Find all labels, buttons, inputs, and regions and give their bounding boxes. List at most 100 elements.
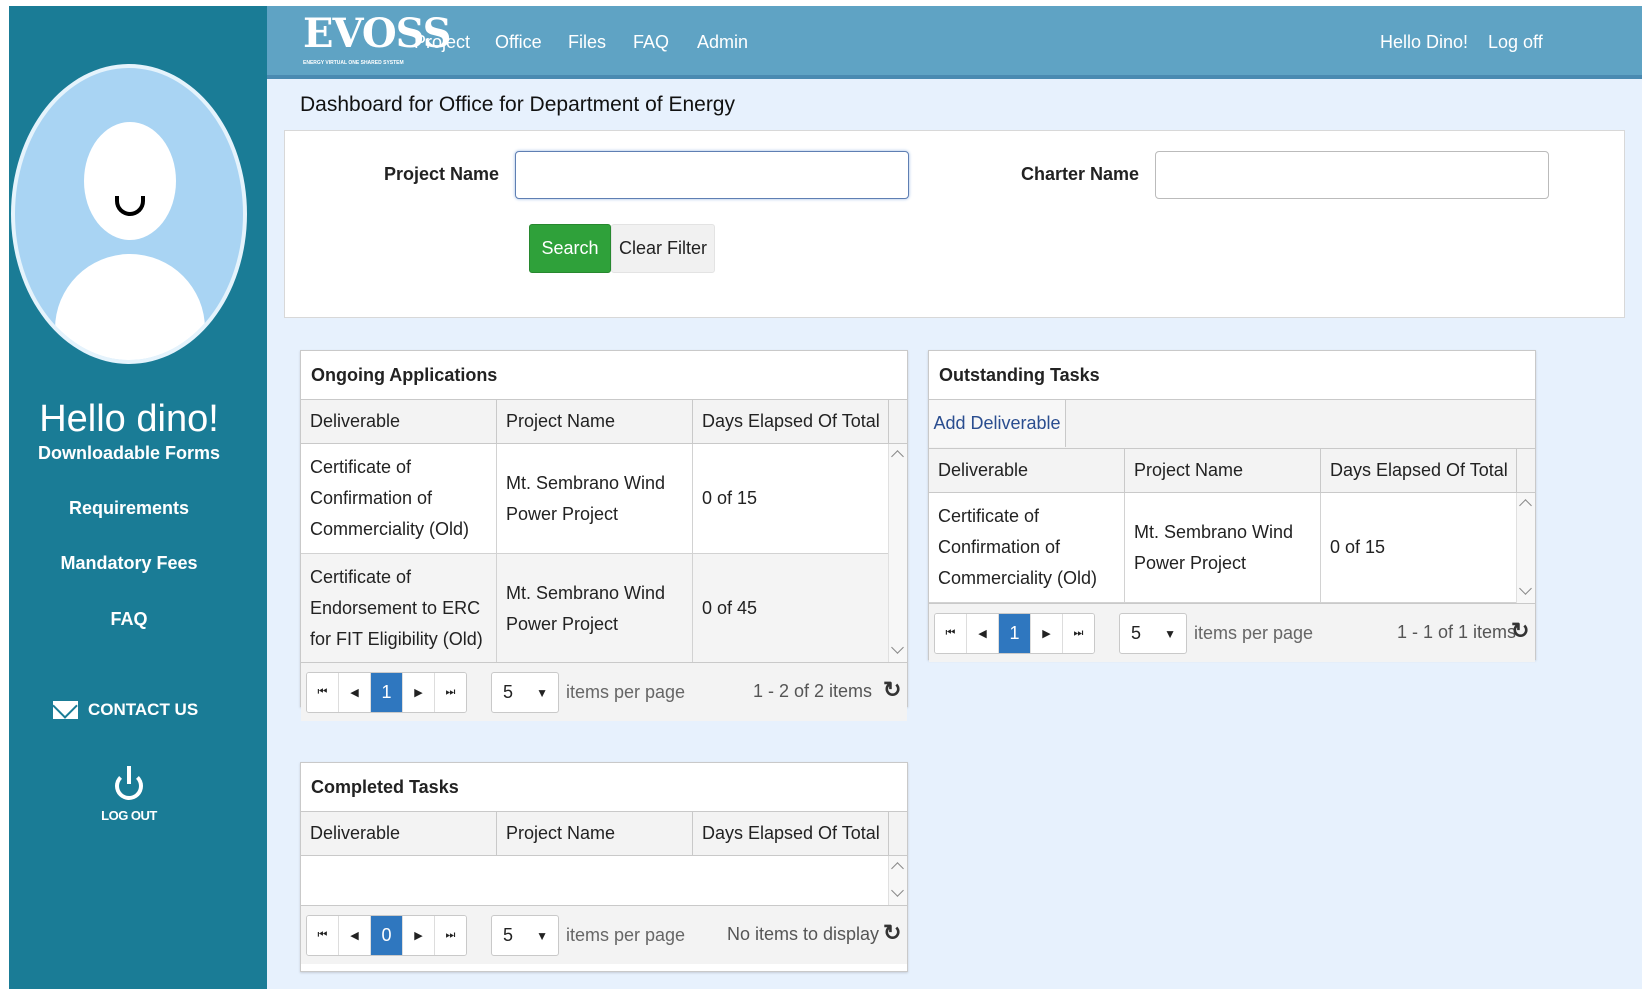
page-size-select[interactable]: 5 ▼ (491, 915, 559, 956)
sidebar-link-downloadable-forms[interactable]: Downloadable Forms (9, 443, 249, 464)
items-per-page-label: items per page (566, 682, 686, 702)
power-icon (114, 766, 144, 800)
pager-info: 1 - 2 of 2 items (753, 681, 873, 701)
table-row[interactable]: Certificate of Confirmation of Commercia… (929, 493, 1535, 603)
grid-body: Certificate of Confirmation of Commercia… (929, 493, 1535, 603)
page-size-value: 5 (503, 925, 514, 945)
refresh-icon[interactable]: ↻ (883, 920, 901, 946)
mail-icon (53, 701, 78, 719)
page-size-select[interactable]: 5 ▼ (491, 672, 559, 713)
page-size-value: 5 (1131, 623, 1142, 643)
project-name-label: Project Name (384, 164, 500, 184)
nav-admin[interactable]: Admin (697, 32, 748, 53)
vertical-scrollbar[interactable] (888, 444, 907, 662)
last-page-icon[interactable]: ⏭ (1063, 614, 1094, 653)
cell-project-name: Mt. Sembrano Wind Power Project (497, 554, 693, 663)
evoss-logo[interactable]: EVOSS ENERGY VIRTUAL ONE SHARED SYSTEM (303, 10, 452, 70)
nav-user-greeting[interactable]: Hello Dino! (1380, 32, 1468, 53)
cell-project-name: Mt. Sembrano Wind Power Project (497, 444, 693, 553)
first-page-icon[interactable]: ⏮ (935, 614, 967, 653)
vertical-scrollbar[interactable] (1516, 493, 1535, 603)
pager-buttons: ⏮ ◀ 1 ▶ ⏭ (934, 613, 1095, 654)
cell-project-name: Mt. Sembrano Wind Power Project (1125, 493, 1321, 602)
logout-label: LOG OUT (101, 808, 157, 823)
cell-deliverable: Certificate of Endorsement to ERC for FI… (301, 554, 497, 663)
table-row[interactable]: Certificate of Confirmation of Commercia… (301, 444, 907, 554)
pager-buttons: ⏮ ◀ 1 ▶ ⏭ (306, 672, 467, 713)
charter-name-input[interactable] (1155, 151, 1549, 199)
scroll-up-icon[interactable] (891, 450, 904, 463)
nav-logoff[interactable]: Log off (1488, 32, 1543, 53)
sidebar-greeting: Hello dino! (39, 398, 219, 440)
current-page[interactable]: 1 (371, 673, 403, 712)
avatar-head (84, 122, 176, 240)
current-page[interactable]: 1 (999, 614, 1031, 653)
grid-toolbar: Add Deliverable (929, 400, 1535, 449)
col-deliverable[interactable]: Deliverable (301, 812, 497, 855)
cell-days-elapsed: 0 of 15 (693, 444, 889, 553)
first-page-icon[interactable]: ⏮ (307, 673, 339, 712)
vertical-scrollbar[interactable] (888, 856, 907, 905)
cell-deliverable: Certificate of Confirmation of Commercia… (929, 493, 1125, 602)
project-name-input[interactable] (515, 151, 909, 199)
table-row[interactable]: Certificate of Endorsement to ERC for FI… (301, 554, 907, 664)
prev-page-icon[interactable]: ◀ (339, 673, 371, 712)
next-page-icon[interactable]: ▶ (1031, 614, 1063, 653)
ongoing-applications-title: Ongoing Applications (301, 351, 907, 400)
search-button[interactable]: Search (529, 224, 611, 273)
contact-us-link[interactable]: CONTACT US (53, 700, 198, 720)
add-deliverable-button[interactable]: Add Deliverable (929, 400, 1066, 447)
last-page-icon[interactable]: ⏭ (435, 916, 466, 955)
grid-body (301, 856, 907, 905)
next-page-icon[interactable]: ▶ (403, 916, 435, 955)
grid-header: Deliverable Project Name Days Elapsed Of… (301, 400, 907, 444)
page-size-select[interactable]: 5 ▼ (1119, 613, 1187, 654)
refresh-icon[interactable]: ↻ (1511, 618, 1529, 644)
grid-header: Deliverable Project Name Days Elapsed Of… (929, 449, 1535, 493)
cell-days-elapsed: 0 of 45 (693, 554, 889, 663)
charter-name-label: Charter Name (1021, 164, 1140, 184)
scroll-up-icon[interactable] (1519, 499, 1532, 512)
col-days-elapsed[interactable]: Days Elapsed Of Total (1321, 449, 1517, 492)
completed-tasks-title: Completed Tasks (301, 763, 907, 812)
grid-header: Deliverable Project Name Days Elapsed Of… (301, 812, 907, 856)
top-navbar: EVOSS ENERGY VIRTUAL ONE SHARED SYSTEM P… (267, 6, 1642, 79)
nav-office[interactable]: Office (495, 32, 542, 53)
pager: ⏮ ◀ 0 ▶ ⏭ 5 ▼ items per page No items to … (301, 905, 907, 964)
pager-info: No items to display (727, 924, 880, 944)
prev-page-icon[interactable]: ◀ (339, 916, 371, 955)
col-deliverable[interactable]: Deliverable (929, 449, 1125, 492)
next-page-icon[interactable]: ▶ (403, 673, 435, 712)
items-per-page-label: items per page (1194, 623, 1314, 643)
nav-project[interactable]: Project (414, 32, 470, 53)
nav-faq[interactable]: FAQ (633, 32, 669, 53)
col-days-elapsed[interactable]: Days Elapsed Of Total (693, 812, 889, 855)
outstanding-tasks-title: Outstanding Tasks (929, 351, 1535, 400)
sidebar-link-requirements[interactable]: Requirements (9, 498, 249, 519)
sidebar-link-faq[interactable]: FAQ (9, 609, 249, 630)
main-content: Dashboard for Office for Department of E… (267, 79, 1642, 989)
first-page-icon[interactable]: ⏮ (307, 916, 339, 955)
clear-filter-button[interactable]: Clear Filter (611, 224, 715, 273)
last-page-icon[interactable]: ⏭ (435, 673, 466, 712)
col-deliverable[interactable]: Deliverable (301, 400, 497, 443)
sidebar-link-mandatory-fees[interactable]: Mandatory Fees (9, 553, 249, 574)
completed-tasks-grid: Completed Tasks Deliverable Project Name… (300, 762, 908, 972)
current-page[interactable]: 0 (371, 916, 403, 955)
scroll-down-icon[interactable] (891, 641, 904, 654)
scroll-up-icon[interactable] (891, 862, 904, 875)
nav-files[interactable]: Files (568, 32, 606, 53)
cell-days-elapsed: 0 of 15 (1321, 493, 1517, 602)
sidebar-logout[interactable]: LOG OUT (9, 766, 249, 823)
scroll-down-icon[interactable] (1519, 582, 1532, 595)
filter-panel: Project Name Charter Name Search Clear F… (284, 130, 1625, 318)
items-per-page-label: items per page (566, 925, 686, 945)
pager: ⏮ ◀ 1 ▶ ⏭ 5 ▼ items per page 1 - 1 of 1 i… (929, 603, 1535, 662)
col-project-name[interactable]: Project Name (497, 400, 693, 443)
col-project-name[interactable]: Project Name (1125, 449, 1321, 492)
col-days-elapsed[interactable]: Days Elapsed Of Total (693, 400, 889, 443)
prev-page-icon[interactable]: ◀ (967, 614, 999, 653)
col-project-name[interactable]: Project Name (497, 812, 693, 855)
refresh-icon[interactable]: ↻ (883, 677, 901, 703)
scroll-down-icon[interactable] (891, 884, 904, 897)
